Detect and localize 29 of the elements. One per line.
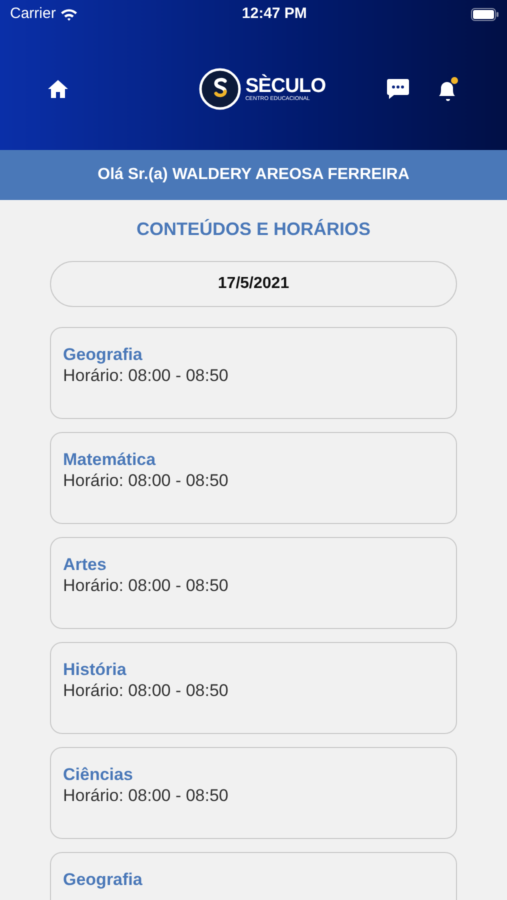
schedule-text: Horário: 08:00 - 08:50: [63, 680, 230, 701]
logo-title: SÈCULO: [245, 76, 326, 96]
class-card[interactable]: Ciências Horário: 08:00 - 08:50: [50, 747, 457, 839]
class-card[interactable]: Geografia Horário: 08:00 - 08:50: [50, 327, 457, 419]
subject-name: Matemática: [63, 449, 157, 470]
class-card[interactable]: Artes Horário: 08:00 - 08:50: [50, 537, 457, 629]
greeting-banner: Olá Sr.(a) WALDERY AREOSA FERREIRA: [0, 150, 507, 200]
carrier-name: Carrier: [10, 4, 56, 24]
logo-icon: [199, 68, 242, 110]
subject-name: Artes: [63, 554, 108, 575]
schedule-text: Horário: 08:00 - 08:50: [63, 785, 230, 806]
home-icon[interactable]: [48, 80, 68, 98]
chat-icon[interactable]: [387, 79, 409, 99]
page-title: CONTEÚDOS E HORÁRIOS: [135, 218, 372, 240]
subject-name: Ciências: [63, 764, 134, 785]
subject-name: História: [63, 659, 128, 680]
subject-name: Geografia: [63, 869, 144, 890]
wifi-icon: [60, 8, 78, 20]
subject-name: Geografia: [63, 344, 144, 365]
class-card[interactable]: Matemática Horário: 08:00 - 08:50: [50, 432, 457, 524]
schedule-text: Horário: 08:00 - 08:50: [63, 470, 230, 491]
schedule-text: Horário: 08:00 - 08:50: [63, 575, 230, 596]
clock-time: 12:47 PM: [242, 4, 307, 24]
class-card[interactable]: História Horário: 08:00 - 08:50: [50, 642, 457, 734]
class-card[interactable]: Geografia: [50, 852, 457, 900]
battery-icon: [470, 8, 499, 20]
schedule-text: Horário: 08:00 - 08:50: [63, 365, 230, 386]
bell-icon[interactable]: [437, 77, 459, 101]
date-selector[interactable]: 17/5/2021: [50, 261, 457, 307]
